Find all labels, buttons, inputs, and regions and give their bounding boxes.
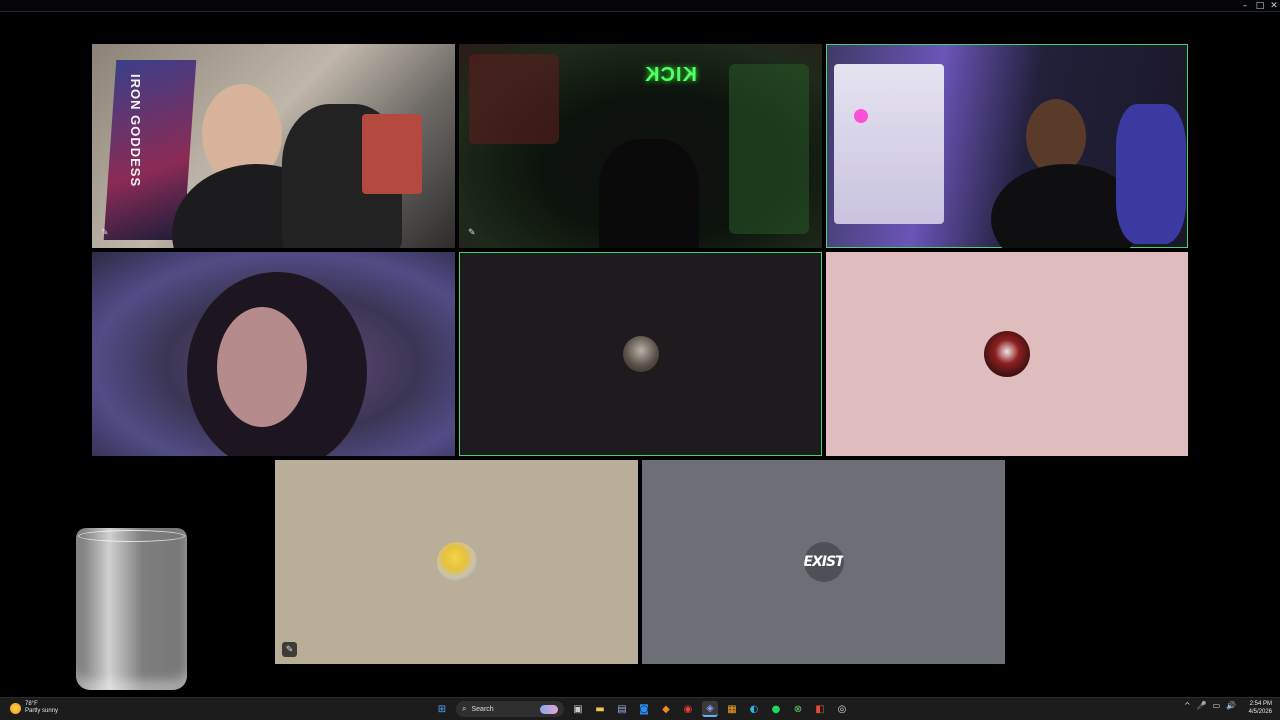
weather-temp: 78°F [25, 701, 38, 707]
wall-poster [362, 114, 422, 194]
office-icon[interactable]: ◧ [812, 701, 828, 717]
wall-decor [729, 64, 809, 234]
banner-text: IRON GODDESS [128, 74, 143, 187]
app-orange-icon[interactable]: ◆ [658, 701, 674, 717]
weather-condition: Partly sunny [25, 708, 59, 714]
xbox-icon[interactable]: ⊗ [790, 701, 806, 717]
participant-avatar-tile-7[interactable]: ✎ [275, 460, 638, 664]
participant-avatar [436, 542, 477, 582]
rgb-fan [854, 109, 868, 123]
gaming-chair [1116, 104, 1186, 244]
file-explorer-icon[interactable]: ▬ [592, 701, 608, 717]
clock-date: 4/5/2026 [1248, 709, 1272, 715]
search-highlight-icon [540, 704, 558, 714]
search-placeholder: Search [471, 705, 494, 713]
weather-widget[interactable]: 78°F Partly sunny [10, 701, 58, 715]
clock-time: 2:54 PM [1249, 701, 1272, 707]
participant-video-tile-4[interactable] [92, 252, 455, 456]
participant-avatar [984, 331, 1030, 377]
task-view-icon[interactable]: ▣ [570, 701, 586, 717]
pc-case [834, 64, 944, 224]
search-icon: ⌕ [462, 704, 467, 713]
system-tray: ^ 🎤 ▭ 🔊 [1184, 701, 1236, 710]
weather-icon [10, 702, 21, 714]
discord-icon[interactable]: ◈ [702, 701, 718, 717]
edge-icon[interactable]: ◐ [746, 701, 762, 717]
windows-start-icon[interactable]: ⊞ [434, 701, 450, 717]
participant-face [217, 307, 307, 427]
window-titlebar: – □ ✕ [0, 0, 1280, 12]
participant-video-tile-1[interactable]: IRON GODDESS ✎ [92, 44, 455, 248]
close-button[interactable]: ✕ [1266, 0, 1280, 12]
participant-avatar [622, 336, 659, 372]
system-clock[interactable]: 2:54 PM 4/5/2026 [1242, 700, 1272, 716]
mic-icon: ✎ [101, 227, 109, 237]
taskbar-search[interactable]: ⌕ Search [456, 701, 564, 717]
taskbar-apps: ⊞ ⌕ Search ▣ ▬ ▤ ◙ ◆ ◉ ◈ ▦ ◐ ● ⊗ ◧ ◎ [434, 700, 850, 718]
participant-video-tile-3[interactable] [826, 44, 1188, 248]
neon-sign: KICK [644, 64, 697, 86]
participant-avatar-tile-8[interactable]: EXIST [642, 460, 1005, 664]
tray-chevron-icon[interactable]: ^ [1184, 701, 1191, 710]
participant-video-tile-2[interactable]: KICK ✎ [459, 44, 822, 248]
taskbar: 78°F Partly sunny ⊞ ⌕ Search ▣ ▬ ▤ ◙ ◆ ◉… [0, 697, 1280, 720]
empty-chair [599, 139, 699, 248]
obs-icon[interactable]: ◎ [834, 701, 850, 717]
minimize-button[interactable]: – [1237, 0, 1253, 12]
streaming-app-icon[interactable]: ▦ [724, 701, 740, 717]
store-icon[interactable]: ▤ [614, 701, 630, 717]
spotify-icon[interactable]: ● [768, 701, 784, 717]
chrome-icon[interactable]: ◉ [680, 701, 696, 717]
display-icon[interactable]: ▭ [1213, 701, 1221, 710]
mic-muted-icon: ✎ [282, 642, 297, 657]
participant-face [1026, 99, 1086, 174]
volume-icon[interactable]: 🔊 [1226, 701, 1236, 710]
wall-decor [469, 54, 559, 144]
mic-icon: ✎ [468, 227, 476, 237]
participant-avatar: EXIST [803, 542, 844, 582]
outlook-icon[interactable]: ◙ [636, 701, 652, 717]
microphone-icon[interactable]: 🎤 [1197, 701, 1207, 710]
participant-avatar-tile-5[interactable] [459, 252, 822, 456]
drinking-glass-overlay [76, 528, 187, 690]
participant-avatar-tile-6[interactable] [826, 252, 1188, 456]
